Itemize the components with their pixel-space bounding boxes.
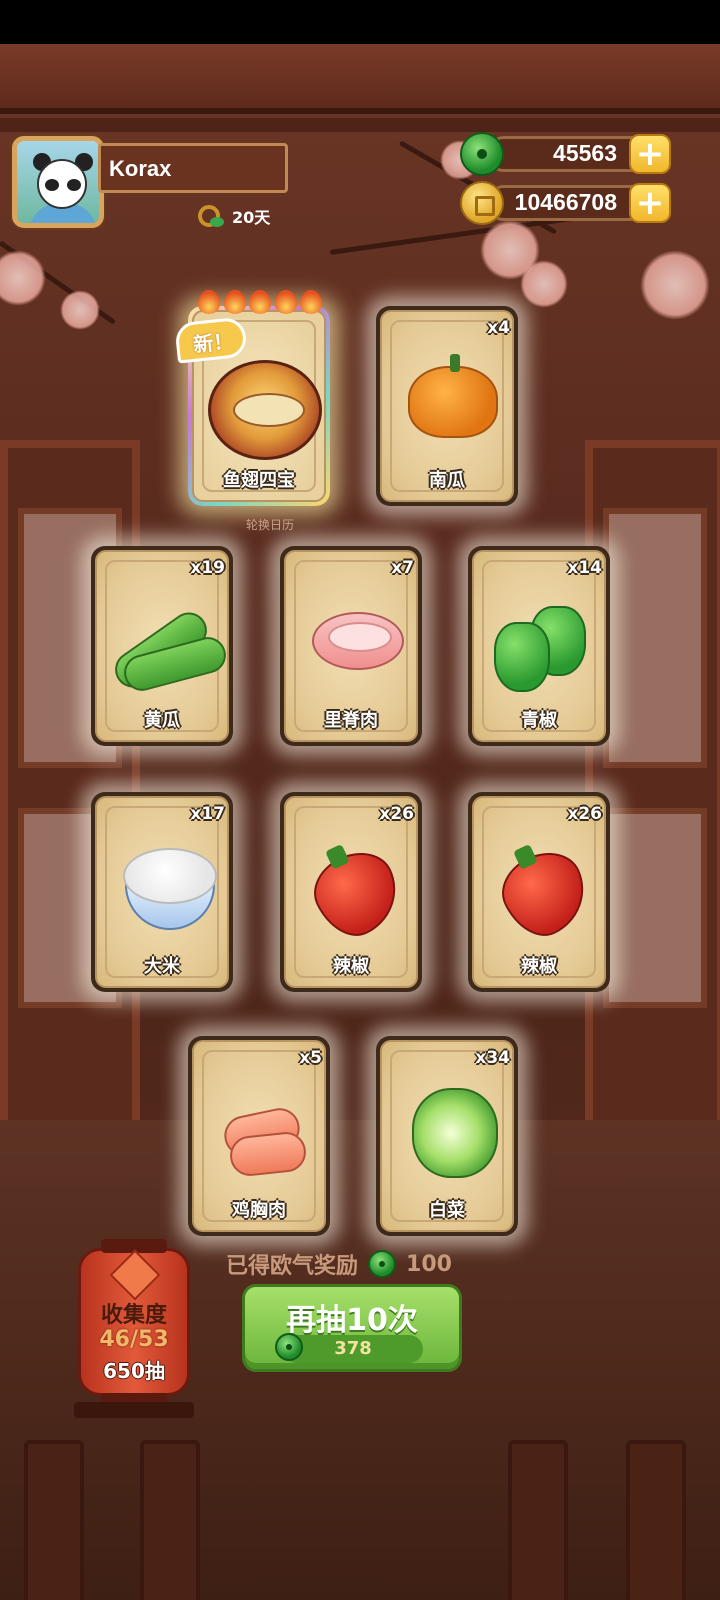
card-cabbage[interactable]: x34 白菜 [376, 1036, 518, 1236]
luck-reward-label: 已得欧气奖励 [226, 1254, 359, 1279]
coin-amount: 10466708 [514, 189, 617, 215]
roof-beam [0, 44, 720, 114]
fence-post [140, 1440, 200, 1600]
collection-lantern[interactable]: 收集度 46/53 650抽 [78, 1239, 190, 1407]
card-count: x26 [567, 804, 602, 824]
card-name: 辣椒 [333, 956, 369, 977]
blossom-flower [640, 250, 710, 320]
coin-icon [460, 181, 504, 225]
card-count: x26 [379, 804, 414, 824]
card-count: x19 [190, 558, 225, 578]
player-name-bar: Korax [98, 143, 288, 193]
card-rice[interactable]: x17 大米 [91, 792, 233, 992]
pumpkin-icon [382, 348, 512, 458]
card-pork-loin[interactable]: x7 里脊肉 [280, 546, 422, 746]
card-count: x17 [190, 804, 225, 824]
chili-icon [474, 834, 604, 948]
fence-post [24, 1440, 84, 1600]
jade-icon [460, 132, 504, 176]
add-jade-button[interactable]: + [629, 134, 671, 174]
player-name: Korax [109, 156, 172, 181]
card-name: 南瓜 [429, 470, 465, 491]
card-chili[interactable]: x26 辣椒 [280, 792, 422, 992]
green-pepper-icon [474, 588, 604, 698]
key-icon [196, 203, 226, 229]
days-count: 20天 [232, 208, 271, 227]
status-bar [0, 0, 720, 44]
chili-icon [286, 834, 416, 948]
roof-beam-shadow [0, 118, 720, 132]
card-name: 黄瓜 [144, 710, 180, 731]
lantern-stand [74, 1402, 194, 1418]
login-days: 20天 [196, 203, 270, 229]
card-name: 里脊肉 [324, 710, 378, 731]
draw-button-label: 再抽10次 [286, 1303, 418, 1338]
collection-progress: 46/53 [99, 1327, 169, 1352]
player-avatar[interactable] [12, 136, 104, 228]
right-lattice-window [585, 440, 720, 1130]
card-name: 白菜 [429, 1200, 465, 1221]
collection-draws: 650抽 [103, 1359, 165, 1383]
card-name: 鱼翅四宝 [223, 470, 295, 491]
jade-amount: 45563 [553, 140, 617, 166]
blossom-flower [520, 260, 568, 308]
cabbage-icon [382, 1078, 512, 1188]
card-count: x34 [475, 1048, 510, 1068]
draw-cost-value: 378 [334, 1338, 372, 1359]
blossom-flower [60, 290, 100, 330]
card-chili[interactable]: x26 辣椒 [468, 792, 610, 992]
card-featured[interactable]: 新！ 鱼翅四宝 [174, 290, 330, 506]
card-count: x5 [299, 1048, 322, 1068]
coin-currency: 10466708 + [460, 181, 671, 225]
luck-reward: 已得欧气奖励 100 [226, 1248, 452, 1280]
add-coins-button[interactable]: + [629, 183, 671, 223]
rice-bowl-icon [97, 834, 227, 944]
card-name: 鸡胸肉 [232, 1200, 286, 1221]
cucumber-icon [97, 588, 230, 698]
pork-loin-icon [286, 588, 416, 698]
card-count: x4 [487, 318, 510, 338]
card-count: x7 [391, 558, 414, 578]
game-screen: Korax 20天 45563 + 10466708 + 新！ 鱼翅四宝 轮换日… [0, 0, 720, 1600]
fence-post [626, 1440, 686, 1600]
left-lattice-window [0, 440, 140, 1130]
fence-post [508, 1440, 568, 1600]
flame-rating-icon [198, 290, 322, 314]
card-green-pepper[interactable]: x14 青椒 [468, 546, 610, 746]
lantern-ornament-icon [109, 1249, 161, 1301]
card-cucumber[interactable]: x19 黄瓜 [91, 546, 233, 746]
jade-icon [368, 1250, 397, 1278]
hotpot-icon [194, 348, 324, 460]
luck-reward-value: 100 [406, 1251, 452, 1277]
collection-title: 收集度 [100, 1303, 167, 1328]
rotation-calendar-caption: 轮换日历 [246, 518, 295, 532]
draw-cost: 378 [275, 1333, 423, 1363]
card-name: 大米 [144, 956, 180, 977]
chicken-breast-icon [194, 1078, 324, 1188]
card-count: x14 [567, 558, 602, 578]
card-pumpkin[interactable]: x4 南瓜 [376, 306, 518, 506]
card-chicken-breast[interactable]: x5 鸡胸肉 [188, 1036, 330, 1236]
card-name: 青椒 [521, 710, 557, 731]
draw-ten-button[interactable]: 再抽10次 378 [242, 1284, 462, 1372]
jade-currency: 45563 + [460, 132, 671, 176]
card-name: 辣椒 [521, 956, 557, 977]
